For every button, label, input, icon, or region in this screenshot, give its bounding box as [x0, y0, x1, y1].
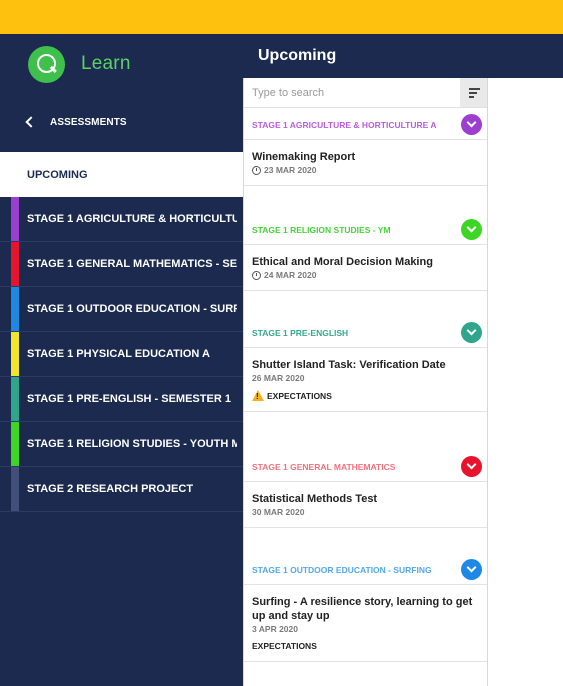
main-header: Upcoming: [243, 34, 563, 78]
sidebar-item-label: STAGE 1 GENERAL MATHEMATICS - SEMESTER 1: [27, 258, 237, 270]
assessment-date-text: 23 MAR 2020: [264, 165, 317, 175]
group-subject-label: STAGE 1 GENERAL MATHEMATICS: [252, 462, 396, 472]
assessment-title: Ethical and Moral Decision Making: [252, 256, 433, 268]
upcoming-panel: STAGE 1 AGRICULTURE & HORTICULTURE A Win…: [243, 78, 488, 686]
chevron-left-icon: [25, 116, 37, 128]
group-header: STAGE 1 AGRICULTURE & HORTICULTURE A: [244, 109, 487, 140]
sidebar-item-subject[interactable]: STAGE 2 RESEARCH PROJECT: [0, 467, 243, 512]
sidebar: Learn ASSESSMENTS UPCOMING STAGE 1 AGRIC…: [0, 34, 243, 686]
group-subject-label: STAGE 1 PRE-ENGLISH: [252, 328, 349, 338]
group-subject-label: STAGE 1 AGRICULTURE & HORTICULTURE A: [252, 120, 437, 130]
sidebar-item-label: STAGE 1 OUTDOOR EDUCATION - SURFING: [27, 303, 237, 315]
chevron-down-icon[interactable]: [461, 114, 482, 135]
assessment-date: 26 MAR 2020: [252, 373, 480, 383]
group-subject-label: STAGE 1 RELIGION STUDIES - YM: [252, 225, 391, 235]
sort-button[interactable]: [460, 78, 487, 107]
group-header: STAGE 1 OUTDOOR EDUCATION - SURFING: [244, 554, 487, 585]
warning-icon: [252, 390, 264, 401]
assessment-group: STAGE 1 GENERAL MATHEMATICS Statistical …: [244, 451, 487, 528]
subject-list: STAGE 1 AGRICULTURE & HORTICULTURE A STA…: [0, 197, 243, 512]
search-row: [244, 78, 487, 108]
assessment-title: Surfing - A resilience story, learning t…: [252, 596, 473, 622]
expectations-link[interactable]: EXPECTATIONS: [252, 390, 480, 401]
assessment-date-text: 3 APR 2020: [252, 624, 298, 634]
chevron-down-icon[interactable]: [461, 456, 482, 477]
sidebar-item-label: STAGE 1 RELIGION STUDIES - YOUTH MINISTR…: [27, 438, 237, 450]
subject-color-bar: [11, 422, 19, 466]
group-header: STAGE 1 GENERAL MATHEMATICS: [244, 451, 487, 482]
assessment-card[interactable]: Ethical and Moral Decision Making 24 MAR…: [244, 245, 487, 291]
assessment-date: 30 MAR 2020: [252, 507, 480, 517]
clock-icon: [252, 165, 261, 175]
sidebar-item-subject[interactable]: STAGE 1 RELIGION STUDIES - YOUTH MINISTR…: [0, 422, 243, 467]
search-input[interactable]: [244, 78, 458, 107]
top-accent-bar: [0, 0, 563, 34]
chevron-down-icon[interactable]: [461, 322, 482, 343]
learn-logo-icon: [28, 46, 65, 83]
sidebar-item-label: STAGE 1 PHYSICAL EDUCATION A: [27, 348, 210, 360]
logo[interactable]: Learn: [0, 34, 243, 96]
sidebar-item-subject[interactable]: STAGE 1 PRE-ENGLISH - SEMESTER 1: [0, 377, 243, 422]
subject-color-bar: [11, 332, 19, 376]
assessment-card[interactable]: Shutter Island Task: Verification Date 2…: [244, 348, 487, 412]
group-subject-label: STAGE 1 OUTDOOR EDUCATION - SURFING: [252, 565, 432, 575]
sidebar-item-subject[interactable]: STAGE 1 GENERAL MATHEMATICS - SEMESTER 1: [0, 242, 243, 287]
assessment-group: STAGE 1 OUTDOOR EDUCATION - SURFING Surf…: [244, 554, 487, 662]
chevron-down-icon[interactable]: [461, 219, 482, 240]
assessment-group: STAGE 1 AGRICULTURE & HORTICULTURE A Win…: [244, 109, 487, 186]
clock-icon: [252, 270, 261, 280]
subject-color-bar: [11, 242, 19, 286]
assessment-date-text: 24 MAR 2020: [264, 270, 317, 280]
page-title: Upcoming: [258, 47, 337, 64]
back-label: ASSESSMENTS: [50, 116, 127, 128]
assessment-card[interactable]: Surfing - A resilience story, learning t…: [244, 585, 487, 662]
chevron-down-icon[interactable]: [461, 559, 482, 580]
assessment-title: Winemaking Report: [252, 151, 356, 163]
assessment-title: Shutter Island Task: Verification Date: [252, 359, 446, 371]
group-header: STAGE 1 PRE-ENGLISH: [244, 317, 487, 348]
assessment-group: STAGE 1 PRE-ENGLISH Shutter Island Task:…: [244, 317, 487, 412]
assessment-title: Statistical Methods Test: [252, 493, 378, 505]
sidebar-item-upcoming[interactable]: UPCOMING: [0, 152, 243, 197]
subject-color-bar: [11, 197, 19, 241]
assessment-card[interactable]: Winemaking Report 23 MAR 2020: [244, 140, 487, 186]
logo-text: Learn: [81, 53, 131, 74]
sidebar-item-label: STAGE 2 RESEARCH PROJECT: [27, 483, 194, 495]
subject-color-bar: [11, 287, 19, 331]
back-to-assessments-button[interactable]: ASSESSMENTS: [0, 104, 243, 140]
assessment-date-text: 30 MAR 2020: [252, 507, 305, 517]
sidebar-item-subject[interactable]: STAGE 1 AGRICULTURE & HORTICULTURE A: [0, 197, 243, 242]
sidebar-item-subject[interactable]: STAGE 1 PHYSICAL EDUCATION A: [0, 332, 243, 377]
sidebar-item-label: STAGE 1 PRE-ENGLISH - SEMESTER 1: [27, 393, 231, 405]
expectations-link[interactable]: EXPECTATIONS: [252, 641, 480, 651]
subject-color-bar: [11, 377, 19, 421]
assessment-date: 23 MAR 2020: [252, 165, 480, 175]
expectations-label: EXPECTATIONS: [252, 641, 317, 651]
assessment-date: 3 APR 2020: [252, 624, 480, 634]
assessment-card[interactable]: Statistical Methods Test 30 MAR 2020: [244, 482, 487, 528]
assessment-group: STAGE 1 RELIGION STUDIES - YM Ethical an…: [244, 214, 487, 291]
sidebar-item-subject[interactable]: STAGE 1 OUTDOOR EDUCATION - SURFING: [0, 287, 243, 332]
assessment-date: 24 MAR 2020: [252, 270, 480, 280]
group-header: STAGE 1 RELIGION STUDIES - YM: [244, 214, 487, 245]
sidebar-item-label: STAGE 1 AGRICULTURE & HORTICULTURE A: [27, 213, 237, 225]
subject-color-bar: [11, 467, 19, 511]
sidebar-item-label: UPCOMING: [27, 168, 88, 181]
assessment-date-text: 26 MAR 2020: [252, 373, 305, 383]
expectations-label: EXPECTATIONS: [267, 390, 332, 401]
